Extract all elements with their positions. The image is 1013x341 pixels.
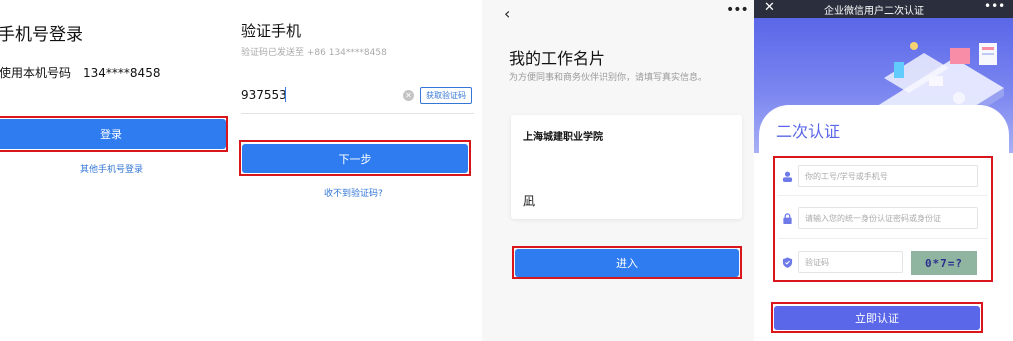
page-title: 我的工作名片 — [509, 49, 606, 68]
more-icon[interactable]: ••• — [984, 0, 1005, 13]
close-icon[interactable]: ✕ — [764, 0, 775, 15]
page-title: 验证手机 — [241, 22, 302, 40]
more-icon[interactable]: ••• — [726, 2, 749, 18]
auth-heading: 二次认证 — [776, 122, 841, 141]
phone-label: 使用本机号码 — [0, 66, 72, 80]
highlight-box — [239, 140, 471, 176]
local-number-row: 使用本机号码 134****8458 — [0, 64, 160, 81]
text-caret — [285, 87, 286, 102]
highlight-box — [512, 246, 742, 279]
user-name[interactable]: 凪 — [523, 192, 535, 209]
verify-phone-screen: 验证手机 验证码已发送至 +86 134****8458 ✕ 获取验证码 下一步… — [232, 0, 482, 341]
page-title: 手机号登录 — [0, 25, 83, 45]
other-login-link[interactable]: 其他手机号登录 — [80, 162, 143, 175]
verification-code-input[interactable] — [241, 88, 391, 102]
window-title: 企业微信用户二次认证 — [824, 6, 924, 17]
organization-name: 上海城建职业学院 — [523, 132, 603, 143]
highlight-box — [0, 116, 228, 152]
sent-to-text: 验证码已发送至 +86 134****8458 — [241, 48, 387, 58]
input-underline — [241, 113, 474, 114]
highlight-box — [771, 302, 983, 333]
not-received-link[interactable]: 收不到验证码? — [324, 186, 383, 199]
phone-login-screen: 手机号登录 使用本机号码 134****8458 登录 其他手机号登录 — [0, 0, 232, 341]
clear-icon[interactable]: ✕ — [403, 90, 414, 101]
page-subtitle: 为方便同事和商务伙伴识别你，请填写真实信息。 — [509, 73, 708, 83]
phone-number: 134****8458 — [83, 66, 161, 80]
highlight-box — [773, 156, 993, 282]
back-icon[interactable]: ‹ — [504, 4, 510, 23]
secondary-auth-screen: ✕ 企业微信用户二次认证 ••• 二次认证 你的工号/学号或手机号 请输入您的统… — [754, 0, 1013, 341]
work-card-screen: ‹ ••• 我的工作名片 为方便同事和商务伙伴识别你，请填写真实信息。 上海城建… — [482, 0, 754, 341]
get-code-button[interactable]: 获取验证码 — [420, 87, 472, 104]
